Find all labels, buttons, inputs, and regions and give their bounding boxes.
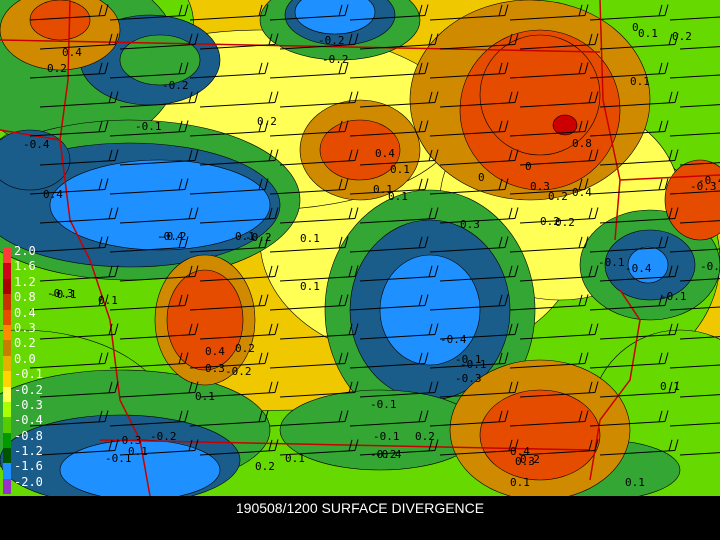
contour-label: 0.1	[630, 75, 650, 88]
contour-label: -0.2	[150, 430, 177, 443]
legend-label: 1.6	[14, 259, 36, 274]
legend-swatch	[3, 309, 11, 325]
legend-label: -2.0	[14, 474, 43, 489]
legend-swatch	[3, 432, 11, 449]
contour-label: 0.4	[375, 147, 395, 160]
contour-label: -0.2	[162, 79, 189, 92]
contour-label: 0.4	[43, 188, 63, 201]
contour-label: 0	[525, 160, 532, 173]
legend-swatch	[3, 263, 11, 279]
contour-label: 0.1	[300, 232, 320, 245]
contour-label: -0.1	[660, 290, 687, 303]
legend-swatch	[3, 340, 11, 356]
legend-swatch	[3, 355, 11, 372]
legend-label: 2.0	[14, 244, 36, 258]
map-caption: 190508/1200 SURFACE DIVERGENCE	[235, 500, 485, 516]
legend-label: -0.8	[14, 428, 43, 443]
contour-label: -0.4	[157, 230, 184, 243]
contour-label: 0.2	[540, 215, 560, 228]
contour-region	[29, 0, 91, 41]
legend-swatch	[3, 324, 11, 341]
legend-label: -0.3	[14, 397, 43, 412]
contour-label: 0.1	[300, 280, 320, 293]
contour-label: 0.2	[548, 190, 568, 203]
contour-label: -0.1	[135, 120, 162, 133]
legend-label: 0.3	[14, 320, 36, 335]
legend-swatch	[3, 248, 11, 264]
legend-label: 0.2	[14, 336, 36, 351]
legend-swatch	[3, 448, 11, 464]
legend-label: -0.4	[14, 413, 43, 428]
legend-label: -1.6	[14, 459, 43, 474]
contour-label: 0.1	[660, 380, 680, 393]
contour-label: 0.2	[47, 62, 67, 75]
contour-label: 0	[478, 171, 485, 184]
contour-label: -0.4	[625, 262, 652, 275]
legend-swatch	[3, 294, 11, 310]
contour-label: 0.2	[255, 460, 275, 473]
contour-label: -0.4	[440, 333, 467, 346]
legend-labels: 2.0 1.6 1.2 0.8 0.4 0.3 0.2 0.0 -0.1 -0.2 -0.3 -0.4…	[14, 244, 43, 490]
legend-swatch	[3, 463, 11, 479]
contour-label: 0.2	[235, 342, 255, 355]
legend-label: 1.2	[14, 274, 36, 289]
contour-label: 0.2	[415, 430, 435, 443]
legend-swatch	[3, 278, 11, 295]
legend-label: -0.1	[14, 367, 43, 382]
contour-label: -0.2	[225, 365, 252, 378]
legend-swatch	[3, 386, 11, 402]
contour-label: 0.1	[638, 27, 658, 40]
contour-label: 0.4	[62, 46, 82, 59]
contour-label: -0.1	[370, 398, 397, 411]
contour-label: 0.1	[625, 476, 645, 489]
contour-label: 0.8	[572, 137, 592, 150]
contour-label: -0.4	[698, 174, 720, 187]
contour-label: -0.2	[245, 231, 272, 244]
contour-label: 0.2	[672, 30, 692, 43]
contour-label: -0.1	[373, 430, 400, 443]
contour-label: -0.3	[700, 260, 720, 273]
contour-label: -0.1	[598, 256, 625, 269]
contour-label: 0.1	[510, 476, 530, 489]
legend-swatch	[3, 478, 11, 495]
contour-label: -0.1	[455, 353, 482, 366]
contour-label: 0.4	[510, 445, 530, 458]
contour-label: 0.1	[390, 163, 410, 176]
contour-label: -0.1	[50, 288, 77, 301]
contour-label: -0.4	[23, 138, 50, 151]
contour-region	[479, 389, 601, 481]
contour-label: 0.1	[285, 452, 305, 465]
contour-label: 0.4	[205, 345, 225, 358]
contour-label: 0.1	[195, 390, 215, 403]
legend-swatch	[3, 371, 11, 387]
contour-label: -0.2	[322, 53, 349, 66]
contour-label: 0.3	[205, 362, 225, 375]
contour-label: 0.2	[257, 115, 277, 128]
divergence-map: 0.4-0.2-0.200.2-0.20.20.40.10.10.1-0.200…	[0, 0, 720, 496]
contour-label: 0.4	[572, 186, 592, 199]
legend-label: 0.4	[14, 305, 36, 320]
legend-label: -1.2	[14, 444, 43, 459]
contour-label: 0.1	[98, 294, 118, 307]
contour-label: 0.3	[530, 180, 550, 193]
contour-label: 0.1	[128, 445, 148, 458]
color-legend	[3, 248, 13, 495]
contour-label: 0.1	[373, 183, 393, 196]
contour-label: -0.2	[370, 448, 397, 461]
legend-swatch	[3, 417, 11, 433]
contour-label: -0.3	[455, 372, 482, 385]
legend-label: 0.0	[14, 351, 36, 366]
legend-label: -0.2	[14, 382, 43, 397]
legend-label: 0.8	[14, 290, 36, 305]
contour-label: 0.3	[460, 218, 480, 231]
legend-swatch	[3, 401, 11, 418]
filled-contours	[0, 0, 720, 496]
contour-label: -0.2	[318, 34, 345, 47]
